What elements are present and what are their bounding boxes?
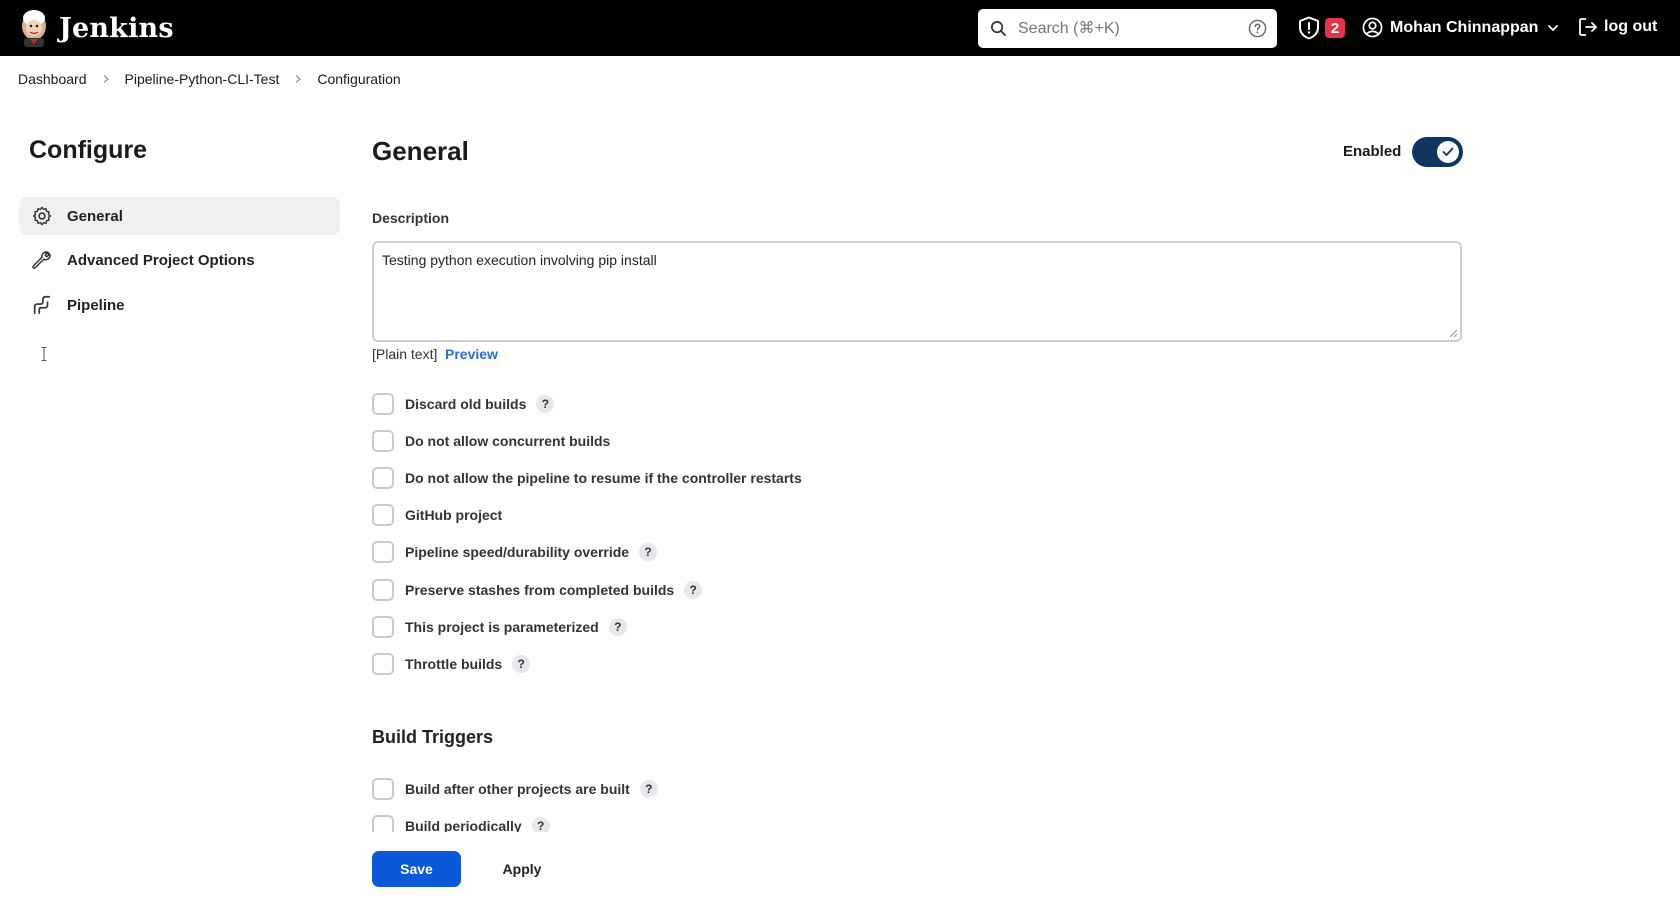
gear-icon: [32, 206, 52, 226]
help-icon[interactable]: ?: [639, 543, 658, 561]
option-preserve-stashes[interactable]: Preserve stashes from completed builds ?: [372, 579, 703, 601]
breadcrumb: Dashboard Pipeline-Python-CLI-Test Confi…: [0, 56, 1680, 102]
checkbox[interactable]: [372, 616, 394, 638]
option-label: Build after other projects are built: [405, 781, 630, 797]
description-textarea[interactable]: Testing python execution involving pip i…: [372, 241, 1462, 342]
checkbox[interactable]: [372, 393, 394, 415]
help-icon[interactable]: ?: [639, 780, 658, 798]
user-menu[interactable]: Mohan Chinnappan: [1362, 17, 1559, 38]
help-icon[interactable]: ?: [684, 581, 703, 599]
sidebar-item-pipeline[interactable]: Pipeline: [19, 286, 340, 324]
checkbox[interactable]: [372, 579, 394, 601]
breadcrumb-project[interactable]: Pipeline-Python-CLI-Test: [125, 71, 280, 87]
option-discard-old-builds[interactable]: Discard old builds ?: [372, 393, 555, 415]
search-help-icon[interactable]: [1248, 19, 1267, 38]
resize-grip-icon[interactable]: [1449, 329, 1458, 338]
user-name: Mohan Chinnappan: [1390, 18, 1539, 36]
logout-icon: [1579, 18, 1598, 36]
option-parameterized[interactable]: This project is parameterized ?: [372, 616, 627, 638]
checkbox[interactable]: [372, 653, 394, 675]
wrench-icon: [32, 251, 51, 269]
option-pipeline-speed-durability[interactable]: Pipeline speed/durability override ?: [372, 541, 658, 563]
text-cursor-icon: [41, 347, 47, 361]
plain-text-label: [Plain text]: [372, 346, 438, 362]
checkmark-icon: [1442, 147, 1454, 156]
preview-link[interactable]: Preview: [445, 346, 498, 362]
breadcrumb-configuration[interactable]: Configuration: [317, 71, 400, 87]
option-label: This project is parameterized: [405, 619, 599, 635]
breadcrumb-dashboard[interactable]: Dashboard: [18, 71, 87, 87]
toggle-knob: [1437, 141, 1459, 163]
enabled-label: Enabled: [1343, 143, 1402, 160]
option-no-concurrent-builds[interactable]: Do not allow concurrent builds: [372, 430, 610, 452]
option-label: Pipeline speed/durability override: [405, 544, 630, 560]
top-navbar: Jenkins 2 Mohan Chinnappan: [0, 0, 1680, 56]
security-count-badge[interactable]: 2: [1325, 18, 1345, 38]
option-no-resume-pipeline[interactable]: Do not allow the pipeline to resume if t…: [372, 467, 802, 489]
option-github-project[interactable]: GitHub project: [372, 504, 502, 526]
user-avatar-icon: [1362, 17, 1383, 38]
logout-link[interactable]: log out: [1578, 17, 1657, 37]
breadcrumb-chevron-icon: [295, 74, 302, 84]
option-label: Preserve stashes from completed builds: [405, 582, 675, 598]
chevron-down-icon: [1548, 24, 1559, 31]
sidebar-item-label: Pipeline: [67, 296, 125, 314]
breadcrumb-chevron-icon: [103, 74, 109, 84]
sidebar-item-advanced-project-options[interactable]: Advanced Project Options: [19, 241, 340, 279]
sidebar-title: Configure: [29, 136, 148, 164]
apply-button[interactable]: Apply: [476, 851, 568, 887]
logout-label: log out: [1604, 18, 1658, 35]
sidebar-item-label: General: [67, 207, 123, 225]
help-icon[interactable]: ?: [536, 395, 555, 413]
search-input[interactable]: [1018, 9, 1238, 48]
search-box[interactable]: [978, 9, 1277, 48]
pipeline-icon: [33, 295, 51, 315]
checkbox[interactable]: [372, 430, 394, 452]
help-icon[interactable]: ?: [512, 655, 531, 673]
option-throttle-builds[interactable]: Throttle builds ?: [372, 653, 531, 675]
save-button[interactable]: Save: [372, 851, 461, 887]
checkbox[interactable]: [372, 778, 394, 800]
checkbox[interactable]: [372, 504, 394, 526]
jenkins-home-link[interactable]: Jenkins: [18, 8, 174, 48]
sidebar-item-general[interactable]: General: [19, 197, 340, 235]
search-icon: [991, 21, 1006, 36]
option-build-after-other-projects[interactable]: Build after other projects are built ?: [372, 778, 658, 800]
checkbox[interactable]: [372, 541, 394, 563]
jenkins-logo-icon: [22, 10, 46, 47]
option-label: GitHub project: [405, 507, 503, 523]
brand-name: Jenkins: [59, 12, 174, 44]
description-label: Description: [372, 210, 450, 226]
help-icon[interactable]: ?: [608, 618, 627, 636]
security-shield-icon[interactable]: [1298, 16, 1320, 40]
option-label: Do not allow the pipeline to resume if t…: [405, 470, 802, 486]
option-label: Do not allow concurrent builds: [405, 433, 611, 449]
option-label: Throttle builds: [405, 656, 503, 672]
section-title-general: General: [372, 136, 469, 166]
section-title-build-triggers: Build Triggers: [372, 727, 494, 747]
option-label: Discard old builds: [405, 396, 527, 412]
checkbox[interactable]: [372, 467, 394, 489]
sidebar-item-label: Advanced Project Options: [67, 251, 255, 269]
enabled-toggle[interactable]: [1412, 137, 1463, 167]
